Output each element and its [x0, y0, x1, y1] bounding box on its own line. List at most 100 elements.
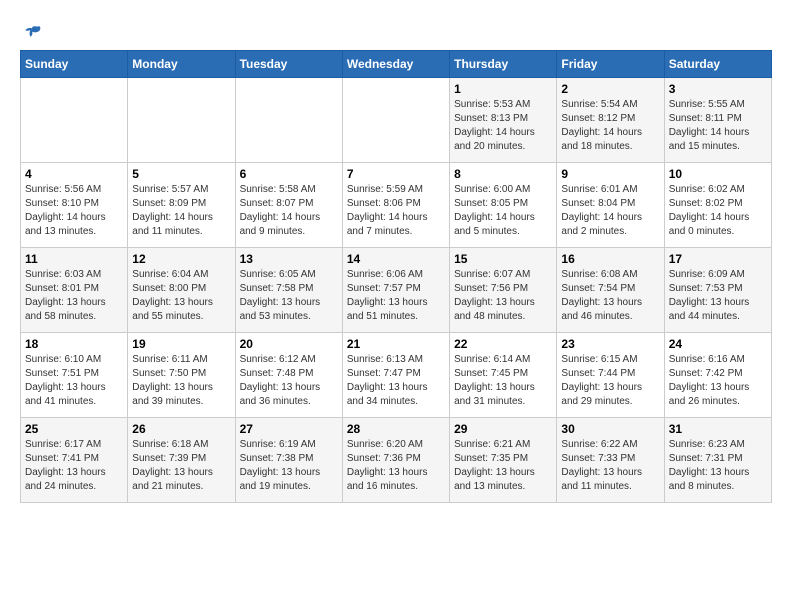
calendar-table: Sunday Monday Tuesday Wednesday Thursday…	[20, 50, 772, 503]
day-info: Sunrise: 6:17 AM Sunset: 7:41 PM Dayligh…	[25, 438, 123, 494]
calendar-cell: 6 Sunrise: 5:58 AM Sunset: 8:07 PM Daylig…	[235, 163, 342, 248]
calendar-cell: 1Sunrise: 5:53 AM Sunset: 8:13 PM Daylig…	[450, 78, 557, 163]
day-info: Sunrise: 6:09 AM Sunset: 7:53 PM Dayligh…	[669, 268, 767, 324]
day-number: 28	[347, 422, 445, 436]
calendar-cell: 16 Sunrise: 6:08 AM Sunset: 7:54 PM Dayli…	[557, 248, 664, 333]
calendar-cell: 2Sunrise: 5:54 AM Sunset: 8:12 PM Daylig…	[557, 78, 664, 163]
calendar-cell: 30 Sunrise: 6:22 AM Sunset: 7:33 PM Dayli…	[557, 418, 664, 503]
day-info: Sunrise: 5:59 AM Sunset: 8:06 PM Dayligh…	[347, 183, 445, 239]
header-row: Sunday Monday Tuesday Wednesday Thursday…	[21, 51, 772, 78]
calendar-cell: 27 Sunrise: 6:19 AM Sunset: 7:38 PM Dayli…	[235, 418, 342, 503]
calendar-cell	[21, 78, 128, 163]
day-info: Sunrise: 6:18 AM Sunset: 7:39 PM Dayligh…	[132, 438, 230, 494]
day-number: 18	[25, 337, 123, 351]
day-info: Sunrise: 5:56 AM Sunset: 8:10 PM Dayligh…	[25, 183, 123, 239]
page-header	[20, 20, 772, 40]
day-info: Sunrise: 6:10 AM Sunset: 7:51 PM Dayligh…	[25, 353, 123, 409]
calendar-cell: 24Sunrise: 6:16 AM Sunset: 7:42 PM Dayli…	[664, 333, 771, 418]
col-tuesday: Tuesday	[235, 51, 342, 78]
day-info: Sunrise: 6:12 AM Sunset: 7:48 PM Dayligh…	[240, 353, 338, 409]
calendar-week-3: 11 Sunrise: 6:03 AM Sunset: 8:01 PM Dayli…	[21, 248, 772, 333]
calendar-cell: 3Sunrise: 5:55 AM Sunset: 8:11 PM Daylig…	[664, 78, 771, 163]
calendar-body: 1Sunrise: 5:53 AM Sunset: 8:13 PM Daylig…	[21, 78, 772, 503]
day-info: Sunrise: 6:02 AM Sunset: 8:02 PM Dayligh…	[669, 183, 767, 239]
day-number: 2	[561, 82, 659, 96]
day-number: 6	[240, 167, 338, 181]
calendar-cell	[342, 78, 449, 163]
day-number: 7	[347, 167, 445, 181]
day-number: 13	[240, 252, 338, 266]
col-monday: Monday	[128, 51, 235, 78]
day-info: Sunrise: 6:22 AM Sunset: 7:33 PM Dayligh…	[561, 438, 659, 494]
day-info: Sunrise: 5:58 AM Sunset: 8:07 PM Dayligh…	[240, 183, 338, 239]
calendar-cell: 21 Sunrise: 6:13 AM Sunset: 7:47 PM Dayli…	[342, 333, 449, 418]
calendar-header: Sunday Monday Tuesday Wednesday Thursday…	[21, 51, 772, 78]
day-info: Sunrise: 6:16 AM Sunset: 7:42 PM Dayligh…	[669, 353, 767, 409]
logo	[20, 20, 42, 40]
day-number: 16	[561, 252, 659, 266]
calendar-cell: 28 Sunrise: 6:20 AM Sunset: 7:36 PM Dayli…	[342, 418, 449, 503]
calendar-cell: 17Sunrise: 6:09 AM Sunset: 7:53 PM Dayli…	[664, 248, 771, 333]
day-info: Sunrise: 6:20 AM Sunset: 7:36 PM Dayligh…	[347, 438, 445, 494]
calendar-cell: 9 Sunrise: 6:01 AM Sunset: 8:04 PM Daylig…	[557, 163, 664, 248]
day-number: 10	[669, 167, 767, 181]
calendar-cell: 5 Sunrise: 5:57 AM Sunset: 8:09 PM Daylig…	[128, 163, 235, 248]
day-number: 23	[561, 337, 659, 351]
day-info: Sunrise: 6:06 AM Sunset: 7:57 PM Dayligh…	[347, 268, 445, 324]
col-sunday: Sunday	[21, 51, 128, 78]
calendar-cell: 11 Sunrise: 6:03 AM Sunset: 8:01 PM Dayli…	[21, 248, 128, 333]
calendar-cell	[235, 78, 342, 163]
col-wednesday: Wednesday	[342, 51, 449, 78]
day-number: 15	[454, 252, 552, 266]
calendar-cell: 18 Sunrise: 6:10 AM Sunset: 7:51 PM Dayli…	[21, 333, 128, 418]
day-number: 30	[561, 422, 659, 436]
calendar-cell: 8Sunrise: 6:00 AM Sunset: 8:05 PM Daylig…	[450, 163, 557, 248]
calendar-week-1: 1Sunrise: 5:53 AM Sunset: 8:13 PM Daylig…	[21, 78, 772, 163]
calendar-cell: 7 Sunrise: 5:59 AM Sunset: 8:06 PM Daylig…	[342, 163, 449, 248]
calendar-cell: 15Sunrise: 6:07 AM Sunset: 7:56 PM Dayli…	[450, 248, 557, 333]
col-saturday: Saturday	[664, 51, 771, 78]
calendar-cell: 14 Sunrise: 6:06 AM Sunset: 7:57 PM Dayli…	[342, 248, 449, 333]
day-info: Sunrise: 6:14 AM Sunset: 7:45 PM Dayligh…	[454, 353, 552, 409]
calendar-week-4: 18 Sunrise: 6:10 AM Sunset: 7:51 PM Dayli…	[21, 333, 772, 418]
day-info: Sunrise: 6:21 AM Sunset: 7:35 PM Dayligh…	[454, 438, 552, 494]
calendar-week-5: 25 Sunrise: 6:17 AM Sunset: 7:41 PM Dayli…	[21, 418, 772, 503]
day-number: 21	[347, 337, 445, 351]
day-info: Sunrise: 6:13 AM Sunset: 7:47 PM Dayligh…	[347, 353, 445, 409]
day-info: Sunrise: 6:04 AM Sunset: 8:00 PM Dayligh…	[132, 268, 230, 324]
day-number: 27	[240, 422, 338, 436]
day-number: 8	[454, 167, 552, 181]
calendar-cell: 10 Sunrise: 6:02 AM Sunset: 8:02 PM Dayli…	[664, 163, 771, 248]
day-number: 22	[454, 337, 552, 351]
day-number: 31	[669, 422, 767, 436]
calendar-cell: 12 Sunrise: 6:04 AM Sunset: 8:00 PM Dayli…	[128, 248, 235, 333]
calendar-cell: 4Sunrise: 5:56 AM Sunset: 8:10 PM Daylig…	[21, 163, 128, 248]
day-info: Sunrise: 5:57 AM Sunset: 8:09 PM Dayligh…	[132, 183, 230, 239]
day-info: Sunrise: 6:03 AM Sunset: 8:01 PM Dayligh…	[25, 268, 123, 324]
day-number: 25	[25, 422, 123, 436]
day-number: 3	[669, 82, 767, 96]
calendar-cell: 19 Sunrise: 6:11 AM Sunset: 7:50 PM Dayli…	[128, 333, 235, 418]
day-number: 14	[347, 252, 445, 266]
calendar-cell: 29Sunrise: 6:21 AM Sunset: 7:35 PM Dayli…	[450, 418, 557, 503]
day-info: Sunrise: 6:01 AM Sunset: 8:04 PM Dayligh…	[561, 183, 659, 239]
day-info: Sunrise: 6:19 AM Sunset: 7:38 PM Dayligh…	[240, 438, 338, 494]
day-info: Sunrise: 6:11 AM Sunset: 7:50 PM Dayligh…	[132, 353, 230, 409]
day-info: Sunrise: 6:15 AM Sunset: 7:44 PM Dayligh…	[561, 353, 659, 409]
calendar-cell	[128, 78, 235, 163]
day-number: 26	[132, 422, 230, 436]
day-number: 9	[561, 167, 659, 181]
calendar-cell: 23 Sunrise: 6:15 AM Sunset: 7:44 PM Dayli…	[557, 333, 664, 418]
day-number: 11	[25, 252, 123, 266]
day-number: 12	[132, 252, 230, 266]
calendar-cell: 13 Sunrise: 6:05 AM Sunset: 7:58 PM Dayli…	[235, 248, 342, 333]
day-number: 19	[132, 337, 230, 351]
day-number: 5	[132, 167, 230, 181]
calendar-cell: 25 Sunrise: 6:17 AM Sunset: 7:41 PM Dayli…	[21, 418, 128, 503]
col-friday: Friday	[557, 51, 664, 78]
calendar-cell: 20Sunrise: 6:12 AM Sunset: 7:48 PM Dayli…	[235, 333, 342, 418]
calendar-week-2: 4Sunrise: 5:56 AM Sunset: 8:10 PM Daylig…	[21, 163, 772, 248]
day-info: Sunrise: 6:23 AM Sunset: 7:31 PM Dayligh…	[669, 438, 767, 494]
day-info: Sunrise: 6:05 AM Sunset: 7:58 PM Dayligh…	[240, 268, 338, 324]
day-info: Sunrise: 6:08 AM Sunset: 7:54 PM Dayligh…	[561, 268, 659, 324]
